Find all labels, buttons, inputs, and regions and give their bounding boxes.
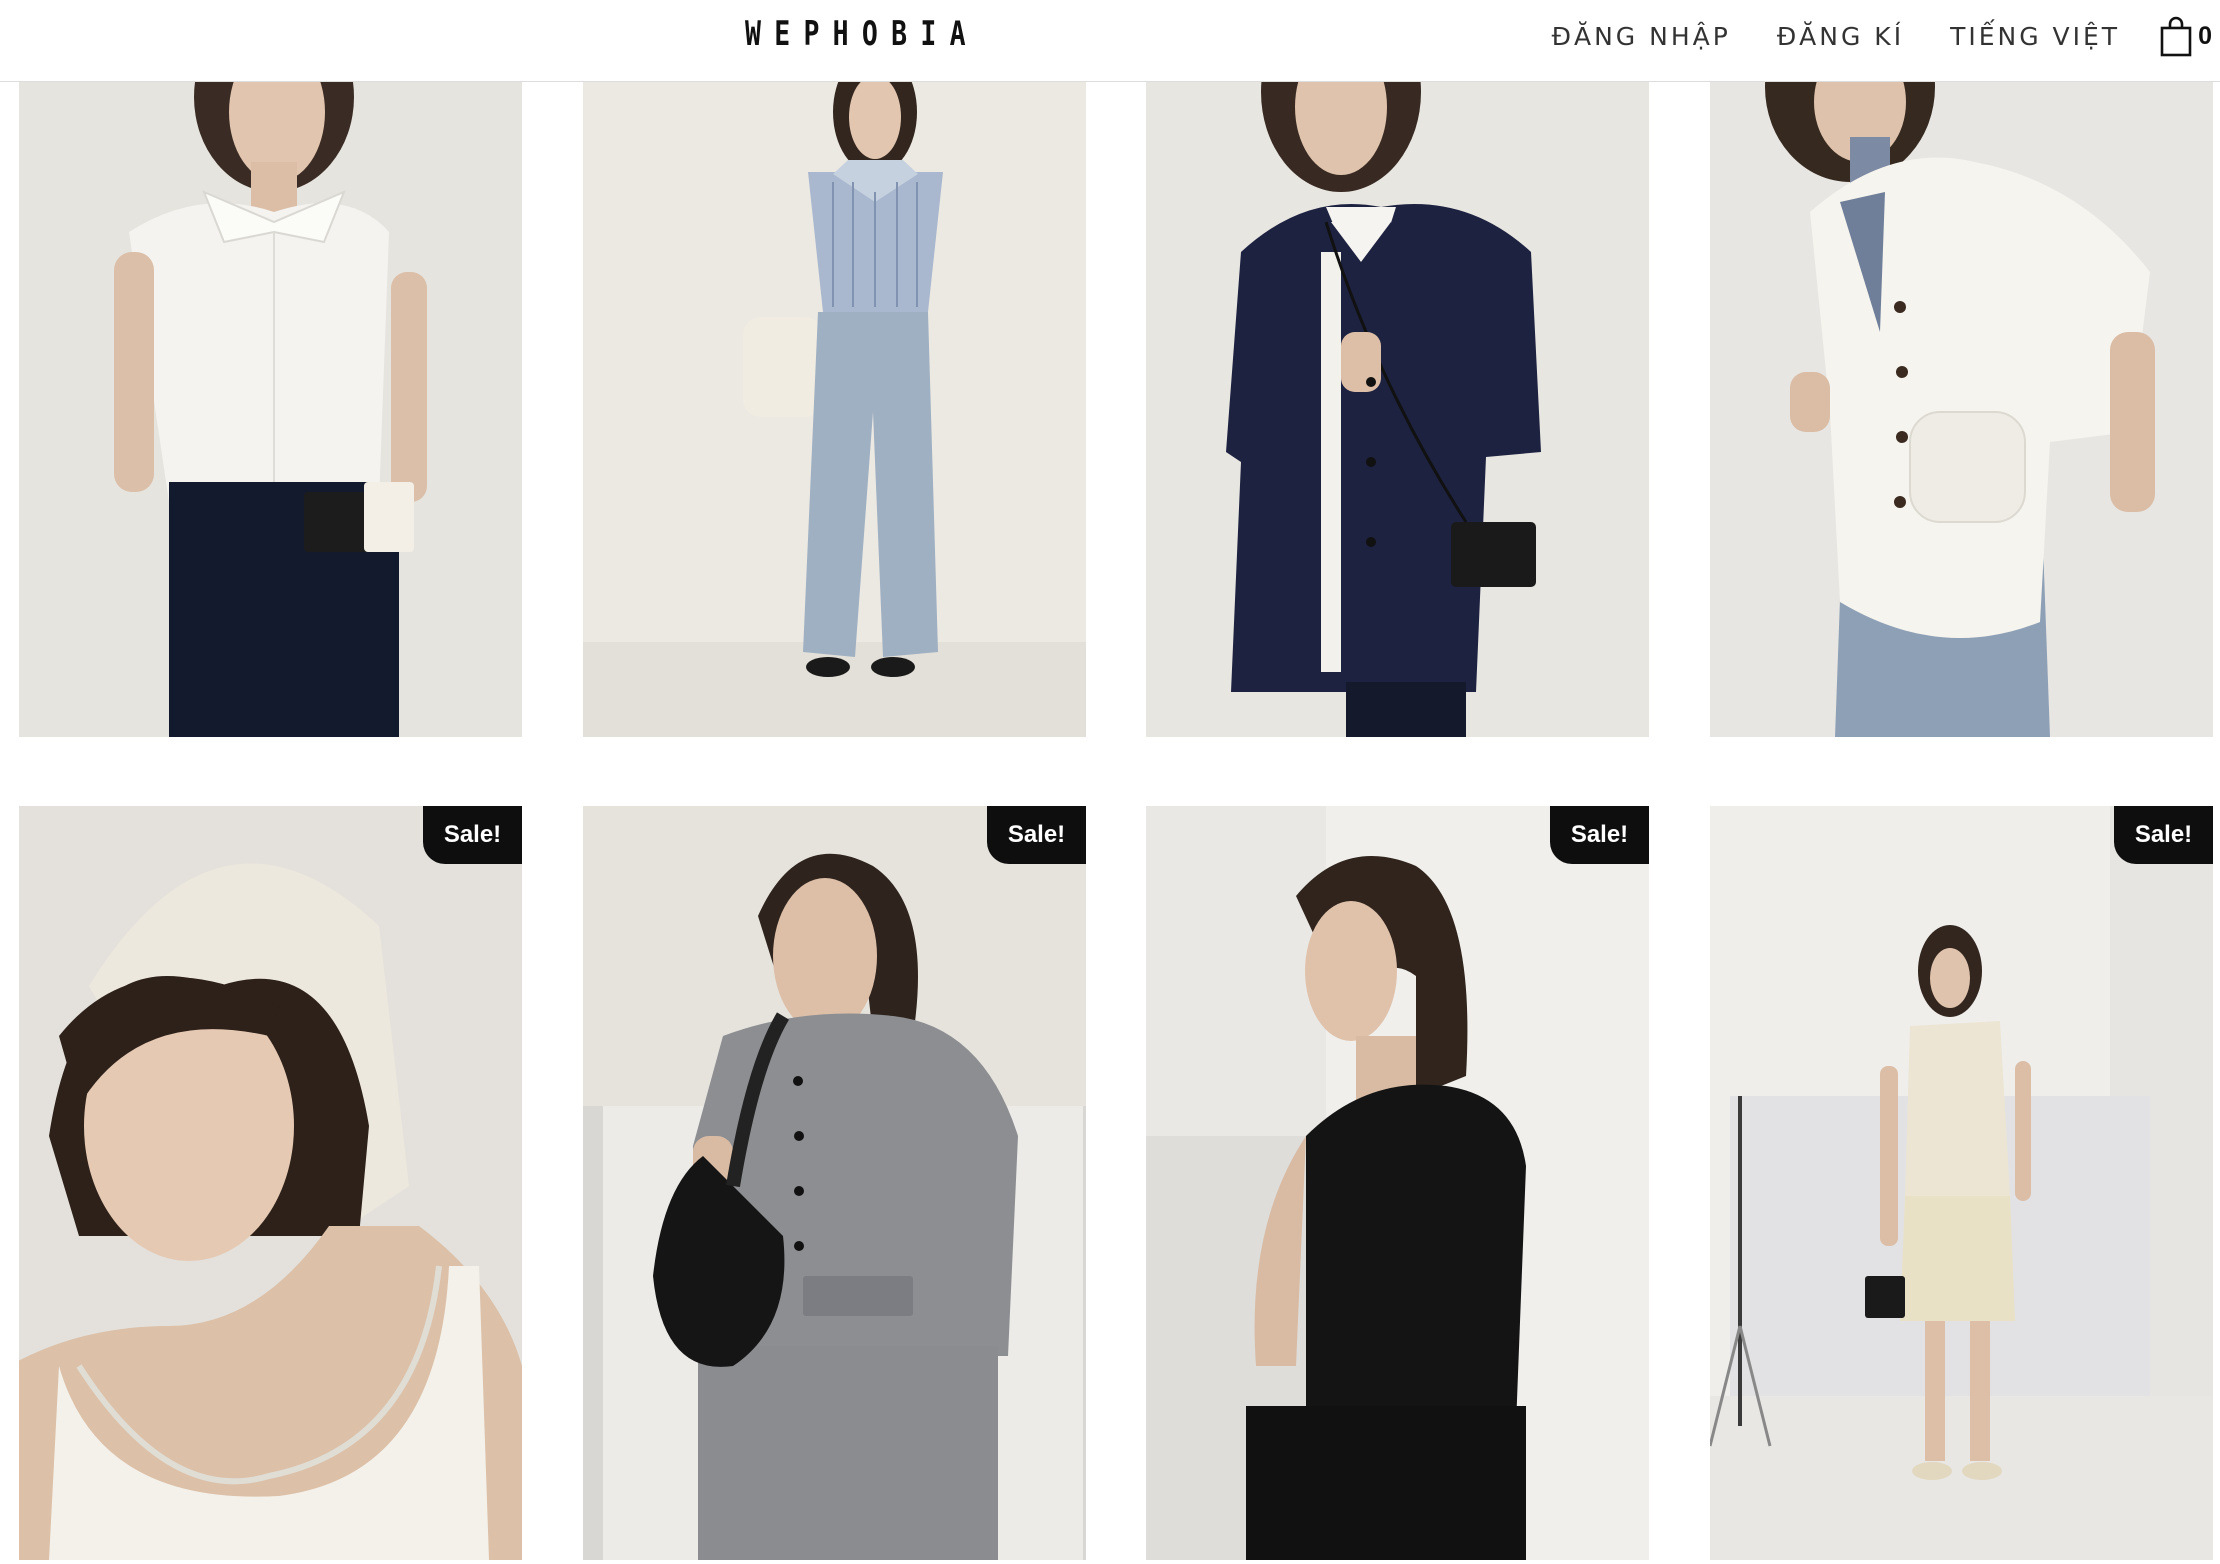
product-image: [1146, 806, 1649, 1560]
product-card[interactable]: Sale!: [1146, 806, 1649, 1560]
login-link[interactable]: ĐĂNG NHẬP: [1552, 22, 1731, 51]
language-switcher[interactable]: TIẾNG VIỆT: [1950, 22, 2120, 51]
product-image: [583, 806, 1086, 1560]
sale-badge: Sale!: [423, 806, 522, 864]
sale-badge: Sale!: [2114, 806, 2213, 864]
sale-badge: Sale!: [1550, 806, 1649, 864]
product-card[interactable]: [583, 82, 1086, 737]
product-image: [1146, 82, 1649, 737]
product-card[interactable]: [1710, 82, 2213, 737]
product-card[interactable]: Sale!: [1710, 806, 2213, 1560]
product-card[interactable]: Sale!: [19, 806, 522, 1560]
product-image: [19, 82, 522, 737]
product-image: [1710, 806, 2213, 1560]
product-image: [1710, 82, 2213, 737]
shopping-bag-icon: [2160, 16, 2192, 57]
product-card[interactable]: [19, 82, 522, 737]
product-image: [583, 82, 1086, 737]
product-image: [19, 806, 522, 1560]
cart-button[interactable]: 0: [2160, 15, 2212, 57]
site-header: WEPHOBIA ĐĂNG NHẬP ĐĂNG KÍ TIẾNG VIỆT 0: [0, 0, 2220, 82]
sale-badge: Sale!: [987, 806, 1086, 864]
top-nav: ĐĂNG NHẬP ĐĂNG KÍ TIẾNG VIỆT 0: [1506, 14, 2212, 58]
register-link[interactable]: ĐĂNG KÍ: [1777, 22, 1904, 51]
brand-logo[interactable]: WEPHOBIA: [745, 12, 979, 56]
product-card[interactable]: [1146, 82, 1649, 737]
cart-count: 0: [2198, 21, 2212, 50]
product-card[interactable]: Sale!: [583, 806, 1086, 1560]
product-grid: Sale! Sale! Sale! Sale!: [0, 0, 2220, 1564]
